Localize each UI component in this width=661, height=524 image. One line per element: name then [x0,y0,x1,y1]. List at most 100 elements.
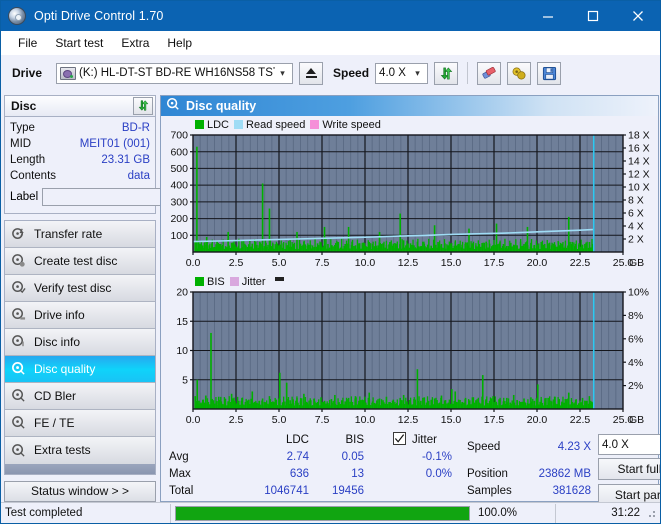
sidebar-item-label: FE / TE [34,416,74,430]
window-title: Opti Drive Control 1.70 [34,9,163,23]
ldc-chart-svg: 1002003004005006007002 X4 X6 X8 X10 X12 … [161,131,658,271]
svg-text:0.0: 0.0 [186,257,201,269]
svg-text:14 X: 14 X [628,156,650,168]
speed-select[interactable]: 4.0 X ▾ [375,63,428,84]
sidebar-item-cd-bler[interactable]: CD Bler [5,383,155,410]
stats-total-ldc: 1046741 [229,485,309,497]
stats-value-samples: 381628 [516,485,591,497]
svg-text:17.5: 17.5 [484,414,505,426]
sidebar-item-label: Verify test disc [34,281,111,295]
start-full-button[interactable]: Start full [598,458,661,480]
svg-text:20.0: 20.0 [527,414,548,426]
legend-label-jitter: Jitter [242,276,266,288]
disc-refresh-button[interactable] [133,97,153,115]
close-icon[interactable] [615,1,660,31]
menu-item-help[interactable]: Help [158,33,201,53]
refresh-button[interactable] [434,62,458,85]
menu-item-file[interactable]: File [9,33,46,53]
disc-panel-title: Disc [11,99,133,113]
drive-select[interactable]: (K:) HL-DT-ST BD-RE WH16NS58 TST4 ▾ [56,63,293,84]
sidebar-item-drive-info[interactable]: Drive info [5,302,155,329]
svg-text:7.5: 7.5 [315,414,330,426]
panel-header: Disc quality [161,96,658,116]
ldc-chart-container: LDC Read speed Write speed 1002003004005… [161,116,658,271]
stats-row-label-total: Total [169,485,193,497]
legend-label-read-speed: Read speed [246,119,305,131]
drive-select-value: (K:) HL-DT-ST BD-RE WH16NS58 TST4 [79,67,275,79]
sidebar-item-label: Drive info [34,308,85,322]
svg-text:2.5: 2.5 [229,414,244,426]
svg-text:6 X: 6 X [628,208,644,220]
stats-row-label-max: Max [169,468,191,480]
bis-chart-svg: 51015202%4%6%8%10%0.02.55.07.510.012.515… [161,288,658,428]
svg-text:4 X: 4 X [628,221,644,233]
legend-label-ldc: LDC [207,119,229,131]
svg-text:8 X: 8 X [628,195,644,207]
sidebar-item-fe-te[interactable]: FE / TE [5,410,155,437]
svg-text:5.0: 5.0 [272,257,287,269]
disc-field-type: Type BD-R [10,120,150,136]
svg-text:400: 400 [170,180,188,192]
svg-text:100: 100 [170,230,188,242]
disc-panel-header: Disc [4,95,156,117]
elapsed-time: 31:22 [556,504,644,523]
eraser-icon [481,66,498,81]
svg-text:7.5: 7.5 [315,257,330,269]
disc-field-length-value: 23.31 GB [45,154,150,166]
disc-extra-icon [11,443,26,458]
disc-field-length: Length 23.31 GB [10,152,150,168]
ldc-chart-legend: LDC Read speed Write speed [161,118,658,131]
progress-bar [175,506,470,521]
save-icon [542,66,557,81]
sidebar-item-disc-quality[interactable]: Disc quality [5,356,155,383]
resize-grip-icon[interactable] [645,507,657,519]
svg-text:300: 300 [170,196,188,208]
svg-text:700: 700 [170,131,188,142]
eject-icon [306,68,316,74]
ldc-plot: 1002003004005006007002 X4 X6 X8 X10 X12 … [161,131,658,271]
svg-text:10%: 10% [628,288,649,299]
svg-text:20: 20 [176,288,188,299]
erase-button[interactable] [477,62,501,85]
legend-swatch-jitter [230,277,239,286]
sidebar-item-create-test-disc[interactable]: Create test disc [5,248,155,275]
sidebar-item-label: Extra tests [34,443,91,457]
sidebar-item-label: Transfer rate [34,227,102,241]
disc-field-type-value: BD-R [35,122,150,134]
stats-label-speed: Speed [467,441,500,453]
legend-swatch-read-speed [234,120,243,129]
menu-item-start-test[interactable]: Start test [46,33,112,53]
sidebar-item-extra-tests[interactable]: Extra tests [5,437,155,464]
save-button[interactable] [537,62,561,85]
svg-text:2.5: 2.5 [229,257,244,269]
refresh-icon [137,99,150,112]
status-window-button[interactable]: Status window > > [4,481,156,503]
status-message: Test completed [1,504,171,523]
test-speed-select[interactable]: 4.0 X ▾ [598,434,661,455]
disc-field-mid: MID MEIT01 (001) [10,136,150,152]
plug-button[interactable] [507,62,531,85]
eject-button[interactable] [299,62,323,85]
svg-text:5: 5 [182,374,188,386]
sidebar-item-verify-test-disc[interactable]: Verify test disc [5,275,155,302]
stats-label-position: Position [467,468,508,480]
eject-icon-base [306,76,317,79]
menu-item-extra[interactable]: Extra [112,33,158,53]
svg-text:6%: 6% [628,333,643,345]
disc-field-length-key: Length [10,154,45,166]
legend-swatch-write-speed [310,120,319,129]
disc-field-contents-key: Contents [10,170,56,182]
stats-avg-jitter: -0.1% [389,451,452,463]
maximize-icon[interactable] [570,1,615,31]
sidebar-item-transfer-rate[interactable]: Transfer rate [5,221,155,248]
jitter-checkbox[interactable] [393,432,406,445]
legend-entry-read-speed: Read speed [234,119,305,131]
svg-text:600: 600 [170,146,188,158]
bis-chart-legend: BIS Jitter [161,275,658,288]
sidebar-item-disc-info[interactable]: Disc info [5,329,155,356]
minimize-icon[interactable] [525,1,570,31]
disc-label-row: Label [10,186,150,208]
bis-plot: 51015202%4%6%8%10%0.02.55.07.510.012.515… [161,288,658,428]
disc-info-panel: Type BD-R MID MEIT01 (001) Length 23.31 … [4,117,156,214]
disc-quality-icon [166,97,180,116]
